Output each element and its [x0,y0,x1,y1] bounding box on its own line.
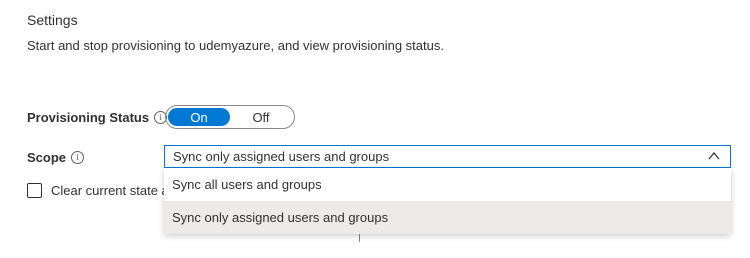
info-icon[interactable]: i [71,151,85,164]
provisioning-status-label-text: Provisioning Status [27,110,150,125]
toggle-on-option[interactable]: On [168,108,230,126]
scope-dropdown-value: Sync only assigned users and groups [173,149,390,164]
scope-label: Scope i [27,150,85,165]
divider [359,234,360,242]
toggle-off-option[interactable]: Off [230,108,292,126]
scope-label-text: Scope [27,150,67,165]
scope-dropdown-menu: Sync all users and groups Sync only assi… [164,168,731,234]
section-title: Settings [27,12,78,28]
clear-state-row[interactable]: Clear current state a [27,183,169,198]
provisioning-status-toggle[interactable]: On Off [165,105,295,129]
provisioning-status-label: Provisioning Status i [27,110,168,125]
scope-option-assigned[interactable]: Sync only assigned users and groups [164,201,731,234]
chevron-up-icon[interactable] [708,150,720,162]
scope-dropdown[interactable]: Sync only assigned users and groups [164,145,731,168]
section-description: Start and stop provisioning to udemyazur… [27,38,444,53]
clear-state-label: Clear current state a [51,183,169,198]
clear-state-checkbox[interactable] [27,183,42,198]
scope-option-all[interactable]: Sync all users and groups [164,168,731,201]
